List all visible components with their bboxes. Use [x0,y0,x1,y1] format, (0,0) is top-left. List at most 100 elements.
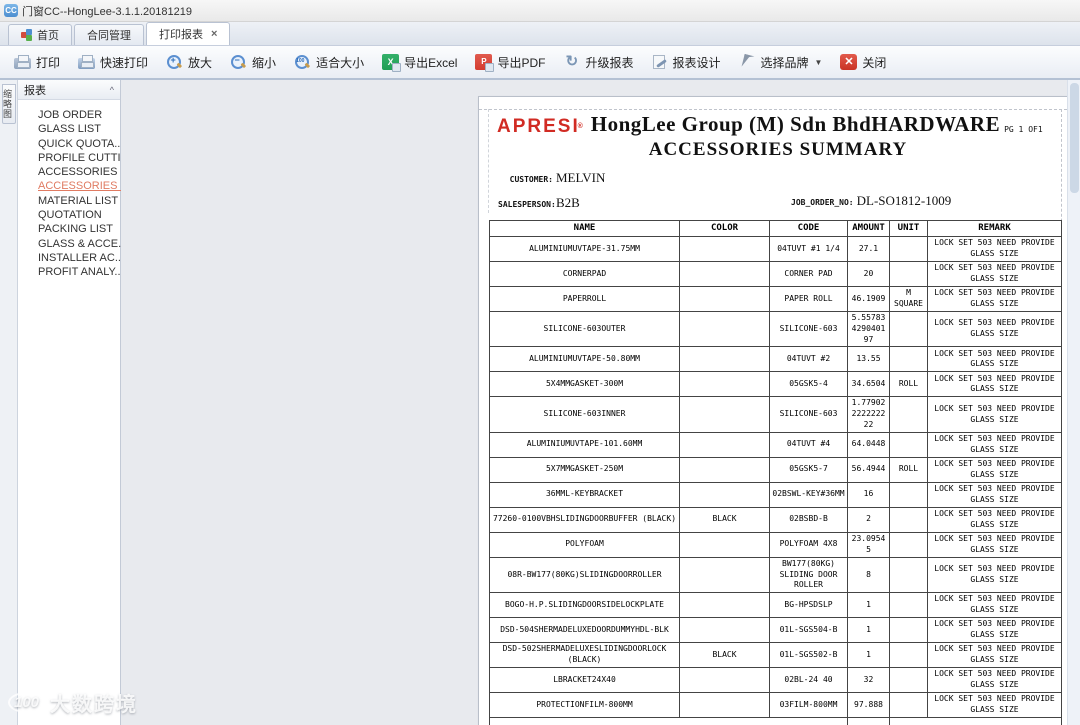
sidebar-header[interactable]: 报表 ^ [18,80,120,100]
table-row: PROTECTIONFILM-800MM 03FILM-800MM 97.888 LO… [489,692,1062,719]
toolbar-button-label: 快速打印 [100,55,149,70]
cell-amount: 34.6504 [847,371,890,398]
document-header: APRESI ® HongLee Group (M) Sdn BhdHARDWAR… [479,112,1077,137]
cell-amount: 16 [847,481,890,508]
cell-remark: LOCK SET 503 NEED PROVIDE GLASS SIZE [927,506,1062,533]
toolbar-button-关闭[interactable]: 关闭 [832,50,894,75]
title-bar: CC 门窗CC--HongLee-3.1.1.20181219 [0,0,1080,22]
report-list-item[interactable]: QUOTATION [38,208,120,222]
cell-amount: 1 [847,592,890,619]
report-list-item[interactable]: PROFILE CUTTI... [38,151,130,165]
report-list-item[interactable]: INSTALLER AC... [38,251,124,265]
cell-color: BLACK [679,642,770,669]
cell-color [679,431,770,458]
tab-首页[interactable]: 首页 [8,24,72,45]
collapse-chevron-icon[interactable]: ^ [110,85,114,95]
cell-code: 01L-SGS504-B [769,617,848,644]
brand-logo: APRESI ® [497,116,585,137]
cube [26,35,32,41]
table-row: 08R-BW177(80KG)SLIDINGDOORROLLER BW177(80… [489,556,1062,594]
cell-remark: LOCK SET 503 NEED PROVIDE GLASS SIZE [927,261,1062,287]
zoom-in-icon [166,54,183,70]
cell-code: PAPER ROLL [769,286,848,312]
table-row: SILICONE-603INNER SILICONE-603 1.779022222… [489,396,1062,433]
table-row: PAPERROLL PAPER ROLL 46.1909 M SQUARE LOCK S… [489,286,1062,312]
zoom-fit-icon [294,54,311,70]
column-header-amount: AMOUNT [847,220,890,237]
table-row: 5X7MMGASKET-250M 05GSK5-7 56.4944 ROLL LOCK … [489,456,1062,483]
cell-name: 77260-0100VBHSLIDINGDOORBUFFER (BLACK) [489,506,680,533]
toolbar-button-升级报表[interactable]: 升级报表 [555,50,641,75]
cell-unit: ROLL [889,371,928,398]
toolbar-button-报表设计[interactable]: 报表设计 [643,50,728,75]
cell-name: DSD-504SHERMADELUXEDOORDUMMYHDL-BLK [489,617,680,644]
cell-amount: 32 [847,667,890,694]
table-row: 5X4MMGASKET-300M 05GSK5-4 34.6504 ROLL LOCK … [489,371,1062,398]
cell-name: ALUMINIUMUVTAPE-101.60MM [489,431,680,458]
cell-unit [889,592,928,619]
report-list-item[interactable]: QUICK QUOTA... [38,137,123,151]
cell-color [679,396,770,433]
cell-name: 5X7MMGASKET-250M [489,456,680,483]
tab-打印报表[interactable]: 打印报表 × [146,22,231,45]
toolbar-button-缩小[interactable]: 缩小 [222,50,284,75]
cell-remark: LOCK SET 503 NEED PROVIDE GLASS SIZE [927,431,1062,458]
report-list-item[interactable]: ACCESSORIES ... [38,179,130,193]
toolbar-button-放大[interactable]: 放大 [158,50,220,75]
cell-remark: LOCK SET 503 NEED PROVIDE GLASS SIZE [927,667,1062,694]
toolbar-button-label: 导出Excel [404,55,458,70]
report-list-item[interactable]: PROFIT ANALY... [38,265,124,279]
cell-code: BW177(80KG) SLIDING DOOR ROLLER [769,556,848,594]
refresh-icon [563,54,580,70]
report-list-item[interactable]: MATERIAL LIST [38,194,120,208]
report-list-item[interactable]: GLASS LIST [38,122,120,136]
cell-code: 05GSK5-4 [769,371,848,398]
thumbnails-vertical-tab[interactable]: 缩略图 [2,84,16,124]
cell-amount: 5.55783429040197 [847,310,890,348]
cell-unit [889,692,928,719]
total-blank-cell [889,717,1062,725]
cell-amount: 23.09545 [847,531,890,558]
cell-unit [889,617,928,644]
total-amount: 451.4 [847,717,890,725]
design-icon [653,55,666,69]
tab-bar: 首页 合同管理 打印报表 × [0,22,1080,46]
company-name: HongLee Group (M) Sdn BhdHARDWARE [590,112,1001,136]
report-list-item[interactable]: PACKING LIST [38,222,120,236]
toolbar-button-选择品牌[interactable]: 选择品牌 ▼ [730,50,830,75]
report-list-item[interactable]: JOB ORDER [38,108,120,122]
cell-color [679,371,770,398]
toolbar-button-打印[interactable]: 打印 [6,50,68,75]
toolbar-button-label: 放大 [188,55,213,70]
column-header-color: COLOR [679,220,770,237]
toolbar-button-label: 适合大小 [316,55,365,70]
cell-unit [889,346,928,373]
table-row: CORNERPAD CORNER PAD 20 LOCK SET 503 NEED P… [489,261,1062,287]
column-header-name: NAME [489,220,680,237]
cell-code: 04TUVT #2 [769,346,848,373]
tab-label: 合同管理 [87,30,131,42]
cell-name: DSD-502SHERMADELUXESLIDINGDOORLOCK (BLAC… [489,642,680,669]
magnifier-handle [304,62,311,68]
tab-合同管理[interactable]: 合同管理 [74,24,144,45]
cell-amount: 13.55 [847,346,890,373]
cell-unit [889,236,928,262]
report-list-item[interactable]: GLASS & ACCE... [38,237,127,251]
toolbar-button-适合大小[interactable]: 适合大小 [286,50,372,75]
vertical-scrollbar[interactable] [1067,80,1080,725]
report-list-item[interactable]: ACCESSORIES ... [38,165,130,179]
tab-close-icon[interactable]: × [211,28,217,40]
close-icon [840,54,858,70]
document: APRESI ® HongLee Group (M) Sdn BhdHARDWAR… [479,97,1077,725]
salesperson-value: B2B [556,195,580,210]
toolbar-button-快速打印[interactable]: 快速打印 [70,50,156,75]
scrollbar-thumb[interactable] [1070,83,1079,193]
toolbar-button-导出PDF[interactable]: 导出PDF [467,50,553,75]
cell-name: SILICONE-603INNER [489,396,680,433]
printer-icon [14,55,31,69]
content-area: 缩略图 报表 ^ JOB ORDER GLASS LIST QUICK QUOTA.… [0,80,1080,725]
toolbar-button-导出Excel[interactable]: 导出Excel [374,50,465,75]
cell-name: 5X4MMGASKET-300M [489,371,680,398]
cell-code: 04TUVT #4 [769,431,848,458]
cell-unit [889,396,928,433]
